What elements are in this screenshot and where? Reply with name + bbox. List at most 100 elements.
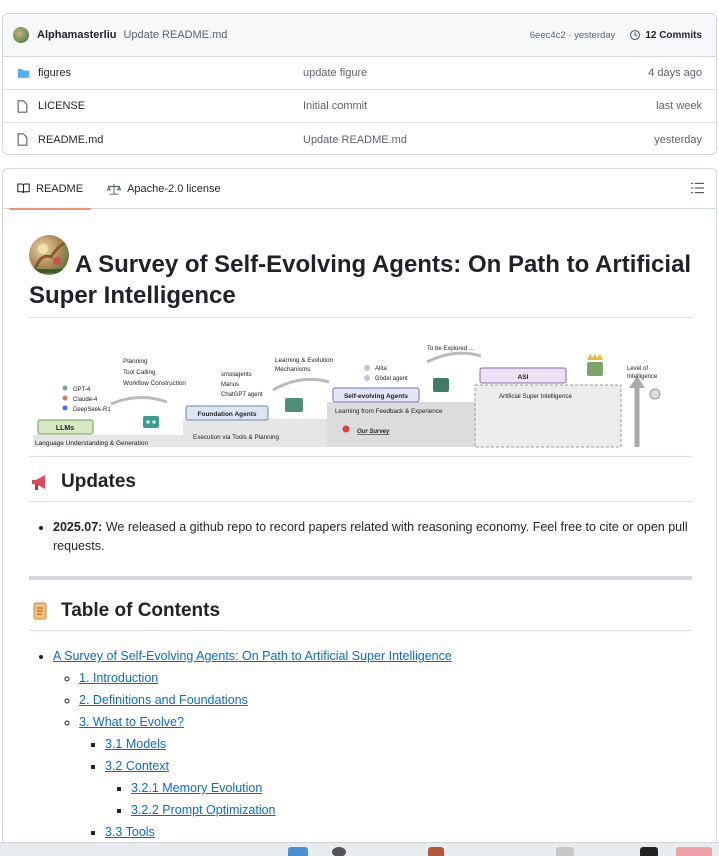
- file-name[interactable]: README.md: [38, 134, 303, 146]
- commit-author[interactable]: Alphamasterliu: [37, 29, 116, 41]
- start-icon[interactable]: [288, 847, 308, 856]
- figure-text-workflow: Workflow Construction: [123, 380, 186, 387]
- toc-link-introduction[interactable]: 1. Introduction: [79, 671, 158, 685]
- file-name[interactable]: figures: [38, 67, 303, 79]
- tab-license-label: Apache-2.0 license: [127, 182, 221, 195]
- file-commit-message[interactable]: Initial commit: [303, 100, 656, 112]
- toc-item: 2. Definitions and Foundations: [79, 689, 692, 711]
- figure-text-to-explore: To be Explored ...: [427, 346, 474, 352]
- toc-item: 3.2.1 Memory Evolution: [131, 777, 692, 799]
- toc-item: 1. Introduction: [79, 667, 692, 689]
- figure-text-foundation: Foundation Agents: [198, 411, 257, 418]
- readme-content: A Survey of Self-Evolving Agents: On Pat…: [29, 229, 692, 843]
- figure-text-gpt4: GPT-4: [73, 387, 91, 393]
- figure-text-learning-2: Mechanisms: [275, 366, 310, 373]
- toc-link-what-to-evolve[interactable]: 3. What to Evolve?: [79, 715, 184, 729]
- figure-text-our-survey: Our Survey: [357, 429, 390, 435]
- figure-text-asi: ASI: [518, 374, 529, 381]
- update-text: We released a github repo to record pape…: [53, 520, 688, 553]
- robot-icon: [143, 416, 159, 428]
- megaphone-icon: [29, 471, 51, 493]
- robot-icon-3: [433, 378, 449, 392]
- commits-count-link[interactable]: 12 Commits: [629, 29, 702, 41]
- figure-text-planning: Planning: [123, 358, 148, 365]
- update-item: 2025.07: We released a github repo to re…: [53, 518, 692, 556]
- tab-readme[interactable]: README: [8, 169, 92, 210]
- app-icon[interactable]: [556, 847, 574, 856]
- figure-text-level-1: Level of: [627, 366, 648, 372]
- file-date: last week: [656, 100, 702, 112]
- figure-text-feedback: Learning from Feedback & Experience: [335, 408, 443, 415]
- figure-text-level-2: Intelligence: [627, 374, 658, 380]
- commit-hash[interactable]: 6eec4c2 · yesterday: [530, 30, 616, 41]
- figure-text-alita: Alita: [375, 366, 387, 372]
- toc-link-memory[interactable]: 3.2.1 Memory Evolution: [131, 781, 262, 795]
- toc-item: 3. What to Evolve? 3.1 Models 3.2 Contex…: [79, 711, 692, 843]
- readme-tabs: README Apache-2.0 license: [3, 169, 716, 210]
- update-date: 2025.07:: [53, 520, 103, 534]
- file-icon: [17, 133, 30, 146]
- file-commit-message[interactable]: Update README.md: [303, 134, 654, 146]
- app-icon[interactable]: [428, 847, 444, 856]
- folder-icon: [17, 67, 30, 80]
- figure-text-chatgpt-agent: ChatGPT agent: [221, 392, 263, 398]
- file-date: 4 days ago: [648, 67, 702, 79]
- stair-step-2: [183, 419, 327, 447]
- toc-heading-text: Table of Contents: [61, 600, 221, 621]
- app-icon[interactable]: [676, 847, 712, 856]
- toc-link-models[interactable]: 3.1 Models: [105, 737, 166, 751]
- file-row-figures[interactable]: figures update figure 4 days ago: [3, 57, 716, 90]
- table-of-contents: A Survey of Self-Evolving Agents: On Pat…: [29, 645, 692, 843]
- figure-text-manus: Manus: [221, 382, 239, 388]
- toc-link-context[interactable]: 3.2 Context: [105, 759, 169, 773]
- avatar[interactable]: [13, 27, 29, 43]
- file-list-panel: Alphamasterliu Update README.md 6eec4c2 …: [2, 13, 717, 155]
- file-row-readme[interactable]: README.md Update README.md yesterday: [3, 123, 716, 154]
- toc-link-definitions[interactable]: 2. Definitions and Foundations: [79, 693, 248, 707]
- project-logo-image: [29, 235, 69, 275]
- location-pin-icon: [342, 425, 350, 433]
- toc-item: 3.2.2 Prompt Optimization: [131, 799, 692, 821]
- figure-text-lang-stage: Language Understanding & Generation: [35, 440, 148, 447]
- brain-icon: [649, 388, 661, 400]
- updates-list: 2025.07: We released a github repo to re…: [53, 518, 692, 556]
- toc-heading: Table of Contents: [29, 600, 692, 631]
- readme-title-text: A Survey of Self-Evolving Agents: On Pat…: [29, 251, 692, 309]
- file-row-license[interactable]: LICENSE Initial commit last week: [3, 90, 716, 123]
- scale-icon: [107, 183, 122, 195]
- history-icon: [630, 29, 641, 41]
- figure-text-llms: LLMs: [56, 425, 74, 432]
- book-icon: [17, 183, 30, 194]
- app-icon[interactable]: [640, 847, 658, 856]
- search-icon[interactable]: [332, 847, 346, 856]
- updates-heading: Updates: [29, 471, 692, 502]
- tab-license[interactable]: Apache-2.0 license: [103, 169, 225, 209]
- figure-text-tool-calling: Tool Calling: [123, 369, 156, 376]
- overview-figure: GPT-4 Claude-4 DeepSeek-R1 LLMs Language…: [29, 332, 692, 457]
- file-commit-message[interactable]: update figure: [303, 67, 648, 79]
- toc-item: 3.1 Models: [105, 733, 692, 755]
- readme-panel: README Apache-2.0 license A Survey of Se…: [2, 168, 717, 856]
- figure-text-learning-1: Learning & Evolution: [275, 357, 334, 364]
- overview-figure-graphic: GPT-4 Claude-4 DeepSeek-R1 LLMs Language…: [33, 346, 661, 448]
- file-name[interactable]: LICENSE: [38, 100, 303, 112]
- outline-menu-icon[interactable]: [691, 182, 704, 197]
- latest-commit-bar: Alphamasterliu Update README.md 6eec4c2 …: [3, 14, 716, 57]
- file-icon: [17, 99, 30, 113]
- os-taskbar: [0, 842, 719, 856]
- figure-text-smolagents: smolagents: [221, 372, 252, 378]
- readme-title-block: A Survey of Self-Evolving Agents: On Pat…: [29, 229, 692, 318]
- toc-item: 3.3 Tools: [105, 821, 692, 843]
- figure-text-godel: Gödel agent: [375, 376, 408, 382]
- crowned-robot-icon: [587, 362, 603, 376]
- toc-link-root[interactable]: A Survey of Self-Evolving Agents: On Pat…: [53, 649, 452, 663]
- commit-message[interactable]: Update README.md: [123, 29, 227, 41]
- figure-text-deepseek: DeepSeek-R1: [73, 407, 111, 413]
- updates-heading-text: Updates: [61, 471, 136, 492]
- toc-item: 3.2 Context 3.2.1 Memory Evolution 3.2.2…: [105, 755, 692, 821]
- toc-link-prompt[interactable]: 3.2.2 Prompt Optimization: [131, 803, 276, 817]
- toc-link-tools[interactable]: 3.3 Tools: [105, 825, 155, 839]
- commits-count-label: 12 Commits: [645, 29, 702, 41]
- figure-text-claude4: Claude-4: [73, 397, 98, 403]
- file-date: yesterday: [654, 133, 702, 146]
